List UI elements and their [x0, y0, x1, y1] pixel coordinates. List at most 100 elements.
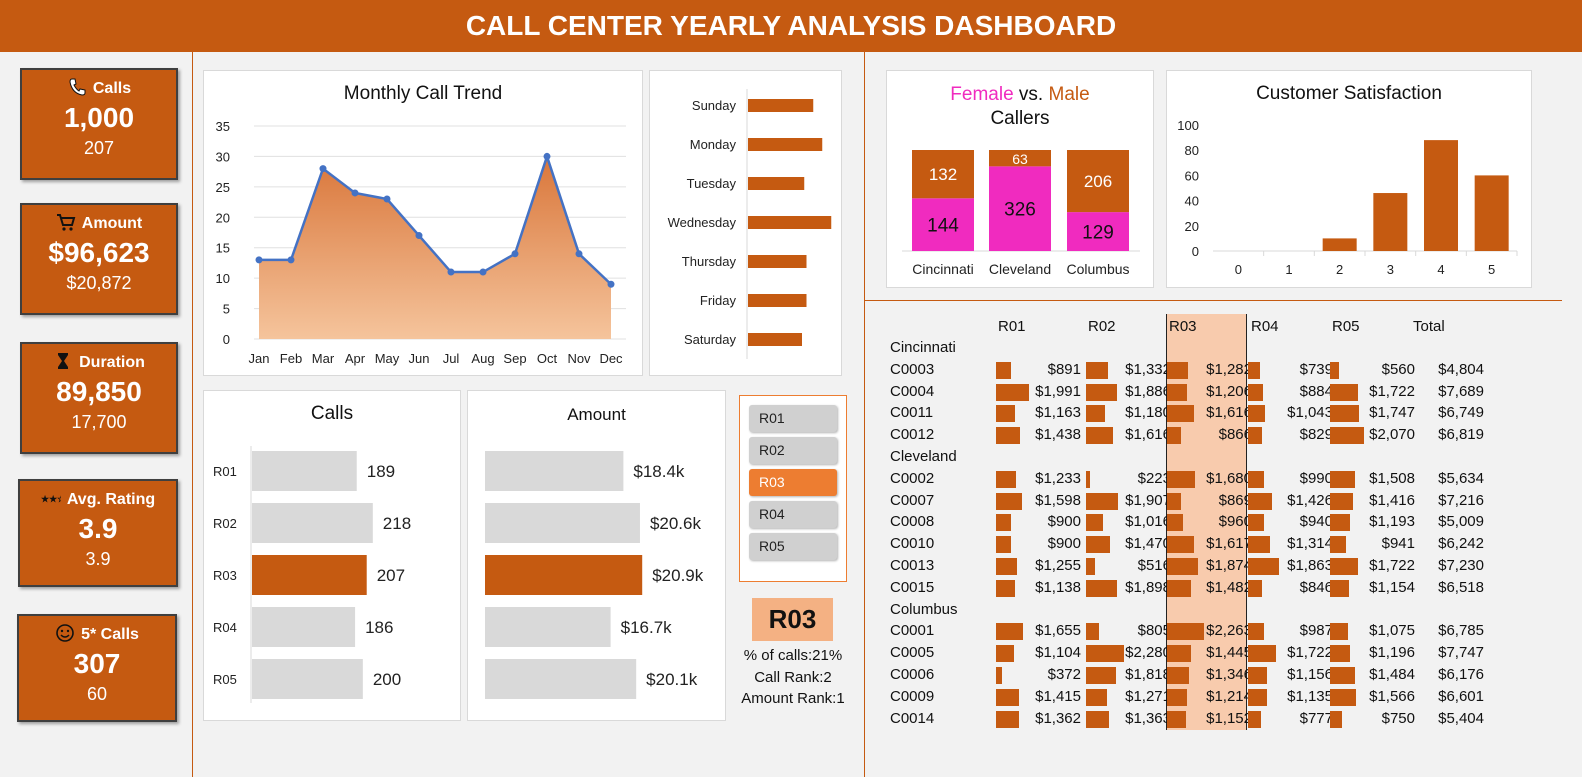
rep-label: R04: [213, 620, 237, 635]
slicer-item-r01[interactable]: R01: [749, 405, 837, 432]
weekday-label: Monday: [690, 137, 737, 152]
dashboard-title: CALL CENTER YEARLY ANALYSIS DASHBOARD: [465, 10, 1117, 41]
rep-label: R02: [213, 516, 237, 531]
cell-value: $516: [1137, 557, 1171, 574]
row-total: $7,216: [1438, 491, 1484, 509]
customer-id: C0002: [890, 469, 935, 487]
slicer-items: R01 R02 R03 R04 R05: [749, 405, 846, 560]
cell-value: $1,180: [1125, 404, 1171, 422]
y-tick-label: 20: [216, 210, 230, 225]
table-row: C0009 $1,415 $1,271 $1,214 $1,135 $1,566 $6,60…: [886, 686, 1506, 708]
slicer-item-r03[interactable]: R03: [749, 469, 837, 496]
kpi-header: Amount: [22, 213, 176, 235]
cell-value: $1,163: [1035, 404, 1081, 422]
y-tick-label: 60: [1185, 168, 1199, 183]
pivot-table: R01 R02 R03 R04 R05 Total Cincinnati C0003 $891 $…: [886, 312, 1562, 772]
x-tick-label: 3: [1387, 262, 1394, 277]
kpi-value: 3.9: [78, 513, 118, 544]
kpi-header: Calls: [22, 78, 176, 100]
female-value: 129: [1082, 223, 1114, 244]
cart-icon: [56, 212, 76, 237]
weekday-chart: Sunday Monday Tuesday Wednesday Thursday Frid…: [668, 89, 832, 359]
row-total: $5,404: [1438, 709, 1484, 727]
x-tick-label: Jul: [443, 351, 460, 366]
weekday-label: Wednesday: [668, 215, 737, 230]
x-tick-label: Aug: [471, 351, 494, 366]
cell-value: $1,135: [1287, 687, 1333, 705]
kpi-card-duration: Duration 89,850 17,700: [20, 342, 178, 454]
selected-rep-stats: % of calls:21% Call Rank:2 Amount Rank:1: [728, 645, 858, 710]
cell-value: $846: [1299, 578, 1333, 596]
row-total: $7,747: [1438, 644, 1484, 662]
cell-value: $1,874: [1206, 557, 1252, 574]
right-divider: [864, 52, 865, 777]
cell-value: $805: [1137, 622, 1171, 640]
rep-value: $20.9k: [652, 566, 704, 585]
column-header-r02: R02: [1088, 318, 1116, 335]
y-tick-label: 35: [216, 119, 230, 134]
weekday-card: Sunday Monday Tuesday Wednesday Thursday Frid…: [649, 70, 842, 376]
cell-value: $372: [1047, 666, 1081, 683]
table-row: C0013 $1,255 $516 $1,874 $1,863 $1,722 $7,230: [886, 555, 1506, 577]
kpi-value: 89,850: [56, 376, 142, 407]
cell-value: $891: [1047, 360, 1081, 378]
rep-value: 218: [383, 514, 411, 533]
satisfaction-bar: [1474, 175, 1509, 251]
rep-bar-r05: [252, 659, 363, 699]
rep-value: $20.6k: [650, 514, 702, 533]
column-header-r03: R03: [1169, 318, 1197, 335]
slicer-item-r02[interactable]: R02: [749, 437, 837, 464]
cell-value: $1,426: [1287, 491, 1333, 509]
x-tick-label: Apr: [345, 351, 366, 366]
kpi-value: 1,000: [63, 102, 135, 133]
rep-value: 200: [373, 670, 401, 689]
cell-value: $1,043: [1287, 404, 1333, 422]
call-rank: Call Rank:2: [754, 668, 832, 686]
slicer-item-r04[interactable]: R04: [749, 501, 837, 528]
row-total: $7,230: [1438, 557, 1484, 574]
trend-point: [351, 189, 359, 197]
row-total: $7,689: [1438, 382, 1484, 400]
rep-value: 186: [365, 618, 393, 637]
cell-value: $1,655: [1035, 622, 1081, 640]
rep-label: R01: [213, 464, 237, 479]
cell-value: $2,263: [1206, 622, 1252, 640]
male-value: 206: [1084, 172, 1112, 191]
pct-calls: % of calls:21%: [743, 647, 843, 664]
row-total: $6,242: [1438, 535, 1484, 553]
weekday-label: Thursday: [682, 254, 737, 269]
rep-label: R03: [213, 568, 237, 583]
cell-value: $1,138: [1035, 578, 1081, 596]
trend-point: [319, 165, 327, 173]
female-value: 326: [1004, 200, 1036, 221]
cell-value: $1,156: [1287, 666, 1333, 683]
cell-value: $866: [1218, 426, 1252, 444]
city-label: Columbus: [1066, 261, 1129, 277]
cell-value: $990: [1299, 469, 1333, 487]
slicer-item-r05[interactable]: R05: [749, 533, 837, 560]
kpi-header: Duration: [22, 352, 176, 374]
customer-id: C0010: [890, 535, 935, 553]
table-row: C0001 $1,655 $805 $2,263 $987 $1,075 $6,785: [886, 620, 1506, 642]
kpi-subvalue: 60: [86, 684, 108, 704]
x-tick-label: 2: [1336, 262, 1343, 277]
cell-value: $1,616: [1125, 426, 1171, 444]
x-tick-label: Sep: [503, 351, 526, 366]
city-group-header: Columbus: [890, 600, 958, 618]
x-tick-label: May: [375, 351, 400, 366]
table-row: C0014 $1,362 $1,363 $1,152 $777 $750 $5,404: [886, 708, 1506, 730]
cell-value: $1,346: [1206, 666, 1252, 683]
weekday-label: Friday: [700, 293, 737, 308]
table-row: C0005 $1,104 $2,280 $1,445 $1,722 $1,196 $7,74…: [886, 642, 1506, 664]
cell-value: $777: [1299, 709, 1333, 727]
rep-bar-r03: [252, 555, 367, 595]
trend-point: [447, 268, 455, 276]
kpi-header: ★★☆ Avg. Rating: [20, 489, 176, 511]
y-tick-label: 10: [216, 271, 230, 286]
customer-id: C0015: [890, 578, 935, 596]
weekday-bar: [748, 99, 814, 112]
kpi-card-avg-rating: ★★☆ Avg. Rating 3.9 3.9: [18, 479, 178, 587]
cell-value: $1,722: [1287, 644, 1333, 662]
table-row: C0008 $900 $1,016 $960 $940 $1,193 $5,009: [886, 511, 1506, 533]
table-row: C0002 $1,233 $223 $1,680 $990 $1,508 $5,634: [886, 468, 1506, 490]
